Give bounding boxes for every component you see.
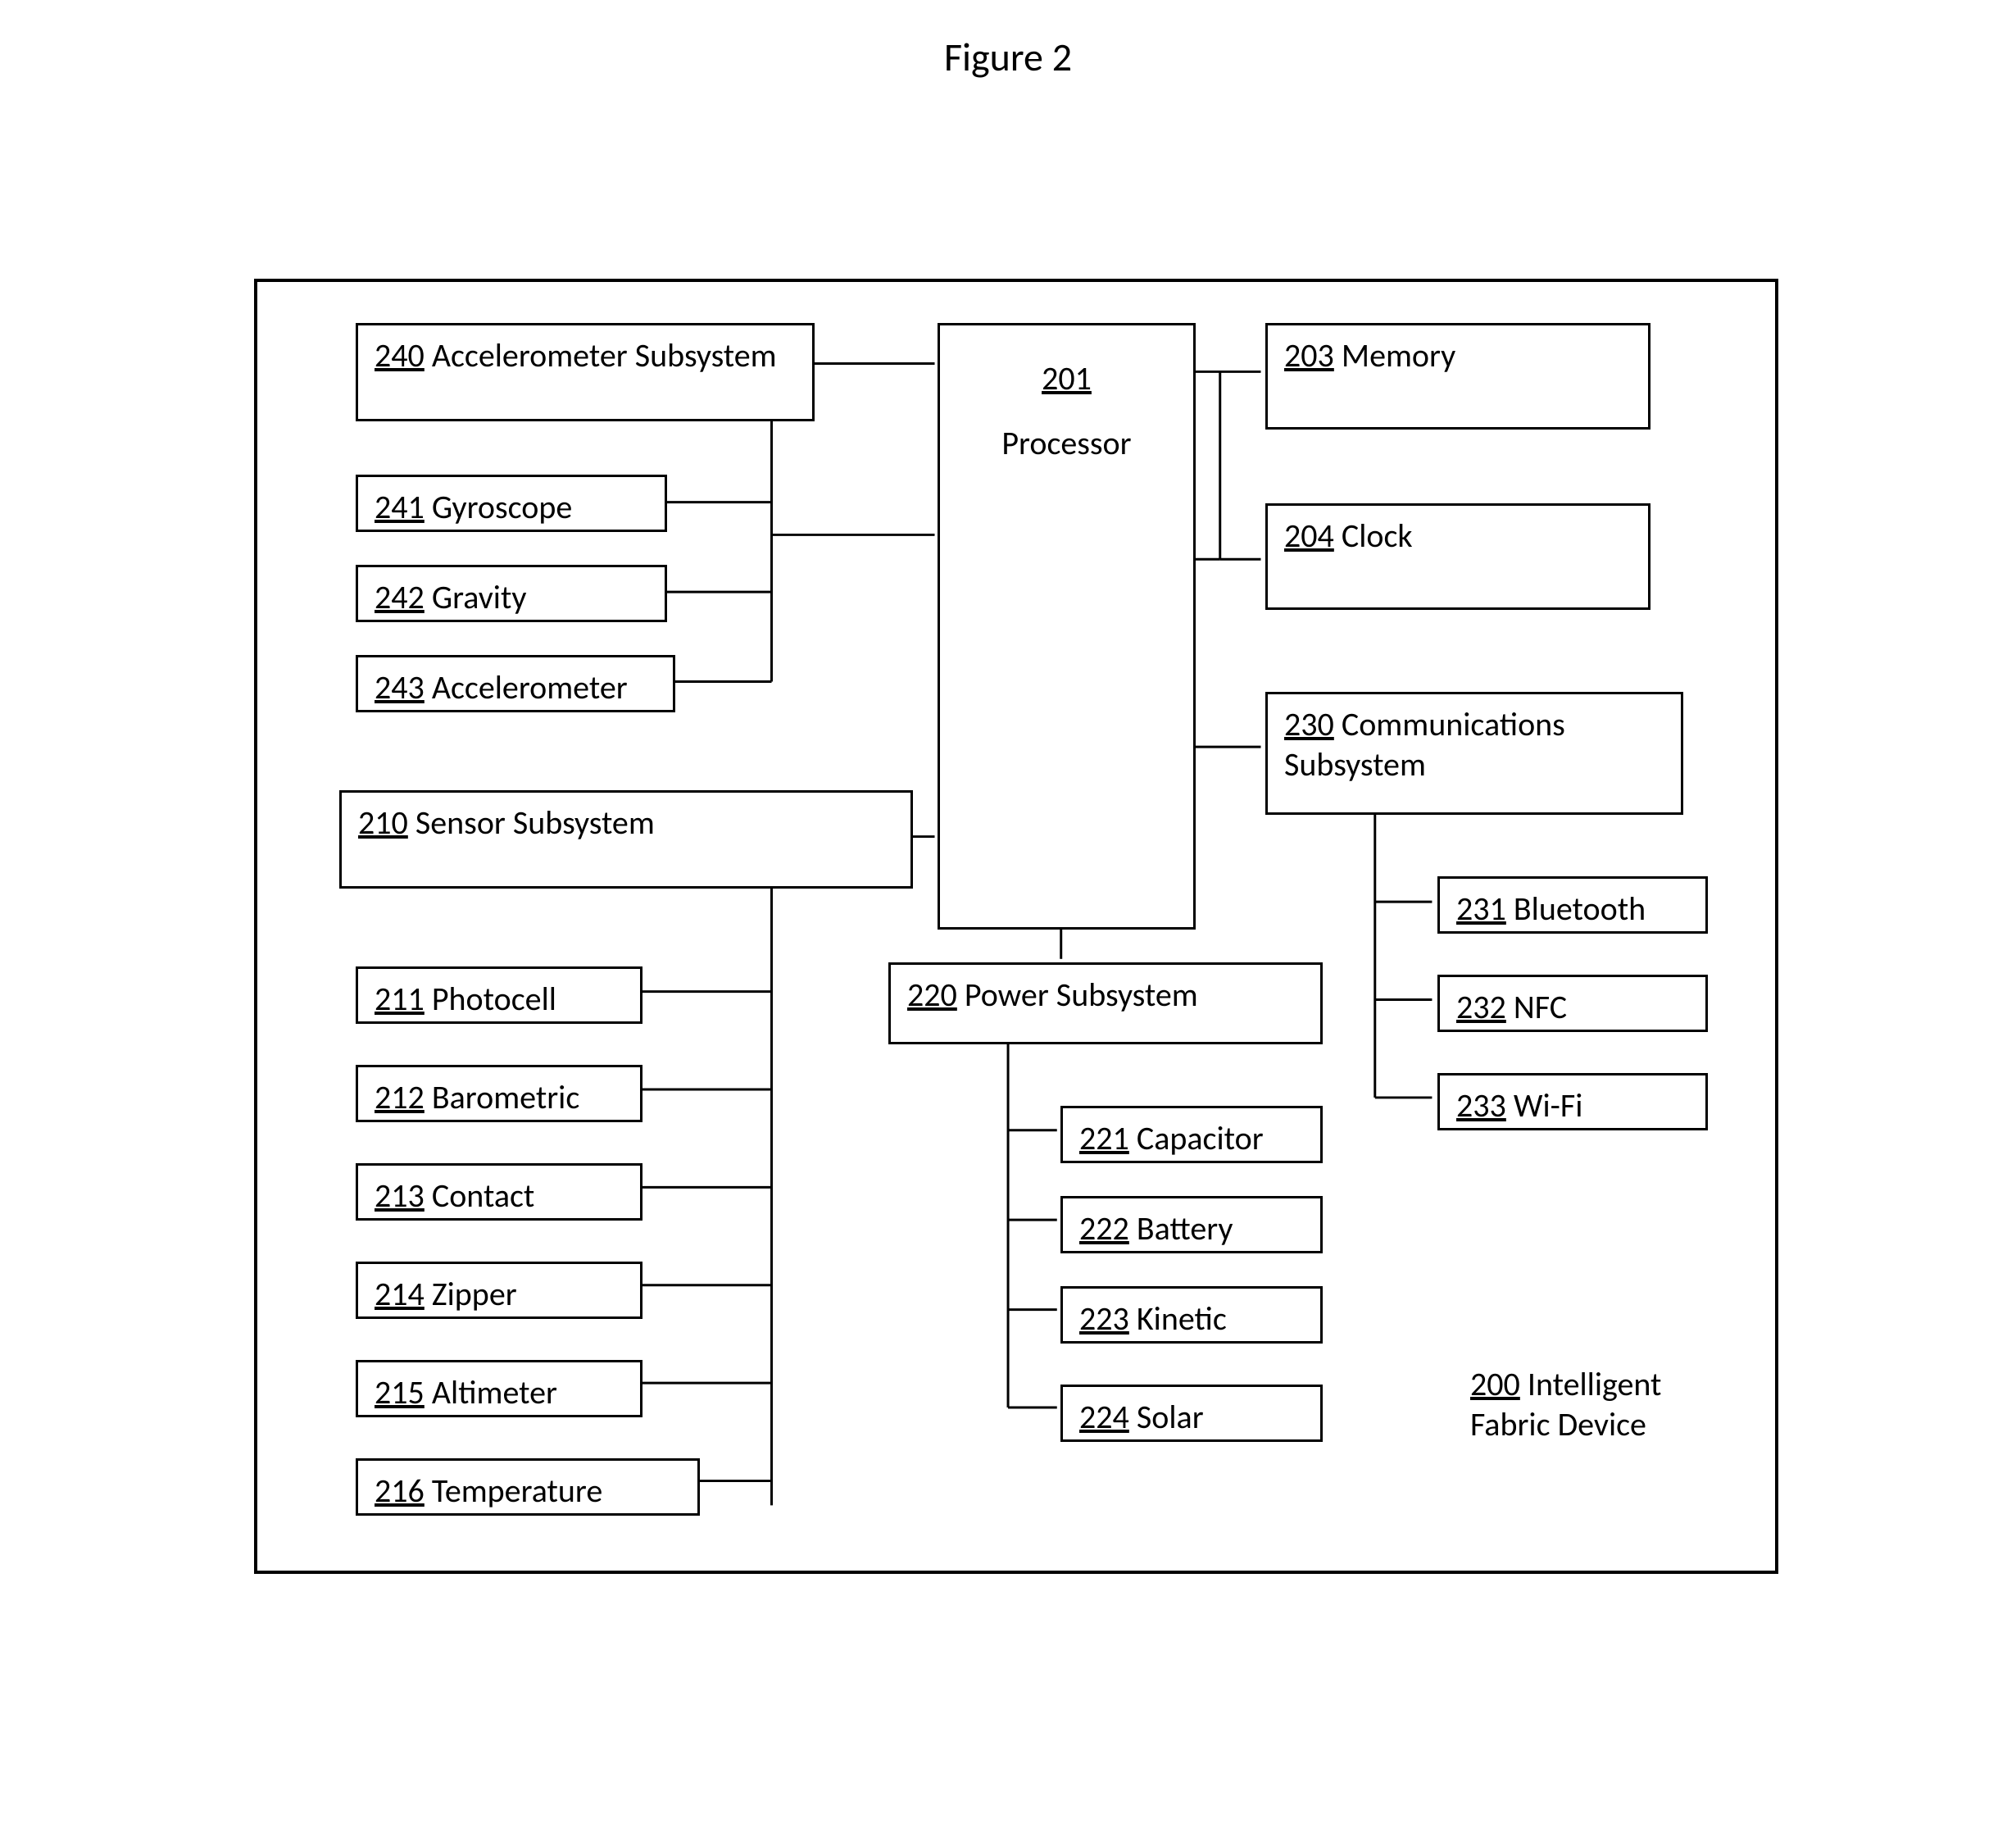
- block-memory: 203 Memory: [1265, 323, 1650, 430]
- ref-242: 242: [375, 577, 425, 617]
- label-processor: Processor: [956, 423, 1177, 463]
- label-233: Wi-Fi: [1514, 1085, 1583, 1125]
- ref-241: 241: [375, 487, 425, 527]
- label-241: Gyroscope: [432, 487, 572, 527]
- ref-214: 214: [375, 1274, 425, 1314]
- label-222: Battery: [1137, 1208, 1233, 1248]
- block-photocell: 211 Photocell: [356, 966, 642, 1024]
- label-231: Bluetooth: [1514, 889, 1646, 929]
- block-sensor-subsystem: 210 Sensor Subsystem: [339, 790, 913, 889]
- block-gravity: 242 Gravity: [356, 565, 667, 622]
- block-gyroscope: 241 Gyroscope: [356, 475, 667, 532]
- ref-221: 221: [1079, 1118, 1129, 1158]
- block-nfc: 232 NFC: [1437, 975, 1708, 1032]
- label-203: Memory: [1342, 335, 1455, 375]
- label-211: Photocell: [432, 979, 556, 1019]
- label-232: NFC: [1514, 987, 1567, 1027]
- label-242: Gravity: [432, 577, 527, 617]
- ref-201: 201: [1042, 358, 1092, 398]
- label-216: Temperature: [432, 1471, 602, 1511]
- ref-243: 243: [375, 667, 425, 707]
- block-battery: 222 Battery: [1060, 1196, 1323, 1253]
- label-device-200: 200 Intelligent Fabric Device: [1470, 1364, 1724, 1444]
- ref-210: 210: [358, 803, 408, 843]
- block-processor: 201 Processor: [938, 323, 1196, 930]
- block-accelerometer-subsystem: 240 Accelerometer Subsystem: [356, 323, 815, 421]
- block-wifi: 233 Wi-Fi: [1437, 1073, 1708, 1130]
- label-223: Kinetic: [1137, 1298, 1227, 1339]
- ref-233: 233: [1456, 1085, 1506, 1125]
- ref-240: 240: [375, 335, 425, 375]
- label-243: Accelerometer: [432, 667, 628, 707]
- ref-203: 203: [1284, 335, 1334, 375]
- label-214: Zipper: [432, 1274, 517, 1314]
- ref-200: 200: [1470, 1364, 1520, 1404]
- block-bluetooth: 231 Bluetooth: [1437, 876, 1708, 934]
- block-kinetic: 223 Kinetic: [1060, 1286, 1323, 1344]
- label-224: Solar: [1137, 1397, 1204, 1437]
- label-220: Power Subsystem: [965, 975, 1198, 1015]
- label-240: Accelerometer Subsystem: [432, 335, 777, 375]
- ref-231: 231: [1456, 889, 1506, 929]
- block-capacitor: 221 Capacitor: [1060, 1106, 1323, 1163]
- ref-204: 204: [1284, 516, 1334, 556]
- label-212: Barometric: [432, 1077, 579, 1117]
- ref-216: 216: [375, 1471, 425, 1511]
- block-zipper: 214 Zipper: [356, 1262, 642, 1319]
- block-clock: 204 Clock: [1265, 503, 1650, 610]
- ref-224: 224: [1079, 1397, 1129, 1437]
- block-solar: 224 Solar: [1060, 1385, 1323, 1442]
- block-temperature: 216 Temperature: [356, 1458, 700, 1516]
- label-215: Altimeter: [432, 1372, 557, 1412]
- ref-230: 230: [1284, 704, 1334, 744]
- label-204: Clock: [1342, 516, 1413, 556]
- ref-213: 213: [375, 1175, 425, 1216]
- block-comms-subsystem: 230 Communications Subsystem: [1265, 692, 1683, 815]
- ref-211: 211: [375, 979, 425, 1019]
- ref-220: 220: [907, 975, 957, 1015]
- outer-device-box: 201 Processor 240 Accelerometer Subsyste…: [254, 279, 1778, 1574]
- block-contact: 213 Contact: [356, 1163, 642, 1221]
- ref-232: 232: [1456, 987, 1506, 1027]
- block-power-subsystem: 220 Power Subsystem: [888, 962, 1323, 1044]
- label-213: Contact: [432, 1175, 534, 1216]
- label-221: Capacitor: [1137, 1118, 1264, 1158]
- figure-title: Figure 2: [944, 33, 1072, 81]
- block-altimeter: 215 Altimeter: [356, 1360, 642, 1417]
- ref-222: 222: [1079, 1208, 1129, 1248]
- ref-215: 215: [375, 1372, 425, 1412]
- ref-212: 212: [375, 1077, 425, 1117]
- ref-223: 223: [1079, 1298, 1129, 1339]
- label-210: Sensor Subsystem: [415, 803, 655, 843]
- block-accelerometer: 243 Accelerometer: [356, 655, 675, 712]
- block-barometric: 212 Barometric: [356, 1065, 642, 1122]
